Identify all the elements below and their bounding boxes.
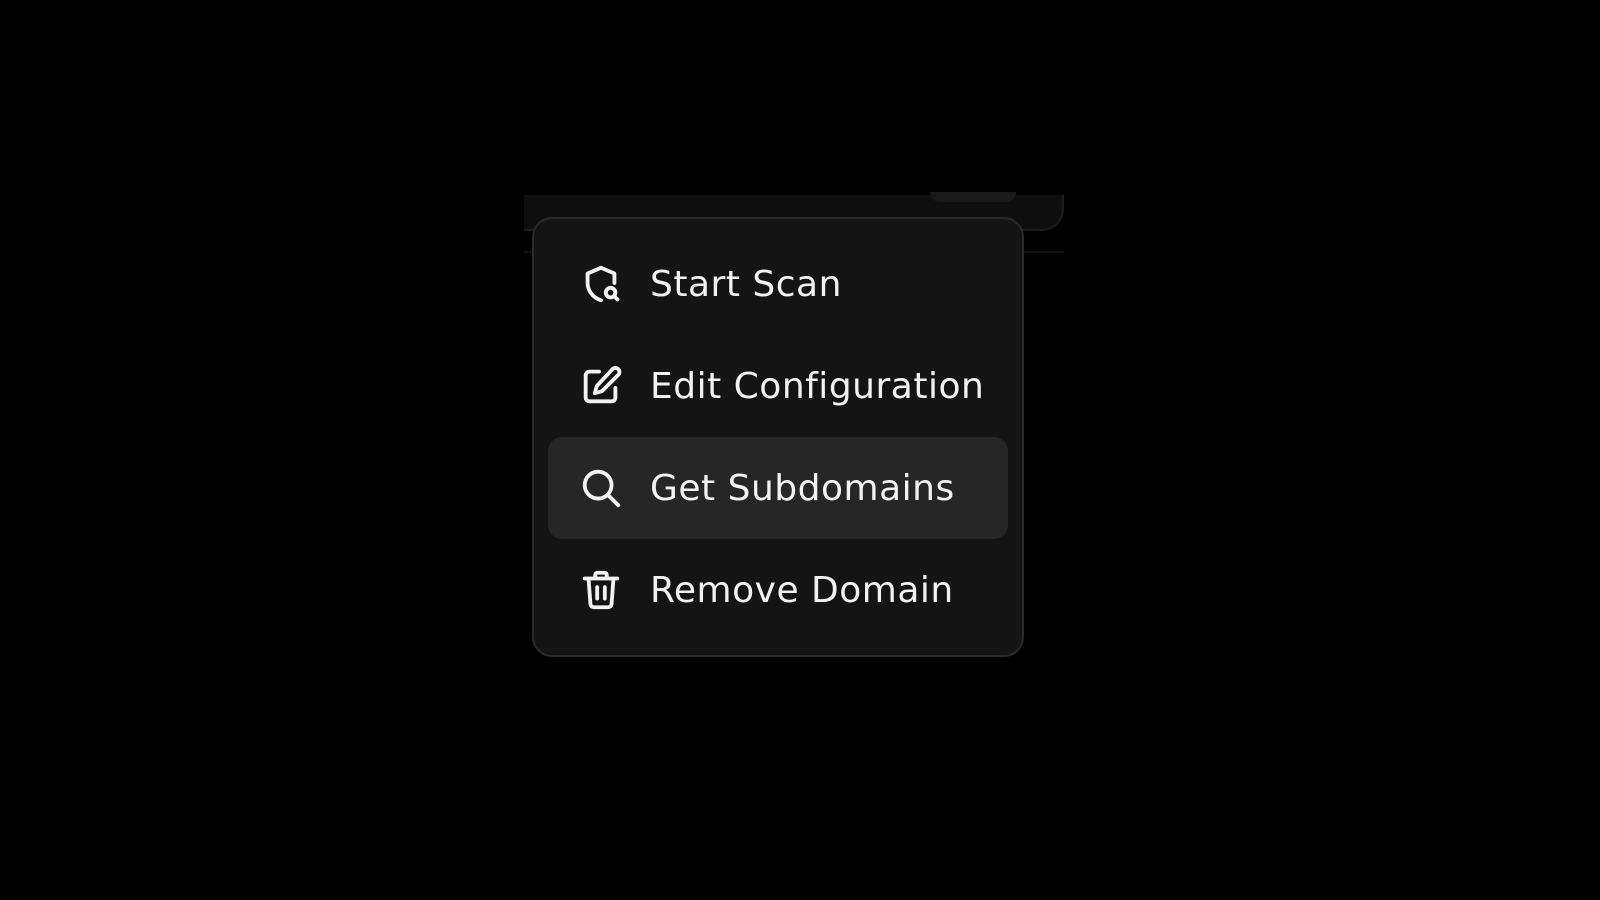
- menu-item-label: Remove Domain: [650, 569, 954, 611]
- shield-search-icon: [577, 260, 625, 308]
- search-icon: [577, 464, 625, 512]
- domain-actions-menu: Start Scan Edit Configuration Get Subdom…: [532, 217, 1024, 657]
- menu-item-label: Start Scan: [650, 263, 842, 305]
- background-status-pill: [930, 192, 1016, 202]
- edit-icon: [577, 362, 625, 410]
- menu-item-start-scan[interactable]: Start Scan: [548, 233, 1008, 335]
- menu-item-label: Edit Configuration: [650, 365, 985, 407]
- trash-icon: [577, 566, 625, 614]
- menu-item-edit-configuration[interactable]: Edit Configuration: [548, 335, 1008, 437]
- menu-item-label: Get Subdomains: [650, 467, 955, 509]
- screen: Start Scan Edit Configuration Get Subdom…: [0, 0, 1600, 900]
- menu-item-get-subdomains[interactable]: Get Subdomains: [548, 437, 1008, 539]
- menu-item-remove-domain[interactable]: Remove Domain: [548, 539, 1008, 641]
